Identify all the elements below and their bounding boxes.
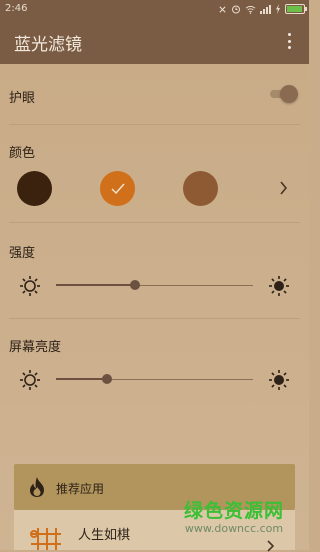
color-swatch-brown[interactable] xyxy=(183,171,218,206)
status-icons xyxy=(218,2,307,16)
watermark: 绿色资源网 www.downcc.com xyxy=(174,500,294,536)
battery-icon xyxy=(285,4,307,14)
slider-thumb[interactable] xyxy=(129,280,140,290)
sun-outline-icon xyxy=(20,370,40,390)
intensity-slider[interactable] xyxy=(56,279,253,293)
chess-board-icon xyxy=(30,528,61,550)
divider xyxy=(9,222,300,223)
watermark-url: www.downcc.com xyxy=(184,522,284,535)
divider xyxy=(9,124,300,125)
alarm-icon xyxy=(232,5,240,14)
more-options-icon[interactable] xyxy=(281,31,297,51)
sun-filled-icon xyxy=(269,276,289,296)
status-bar: 2:46 xyxy=(0,0,309,18)
sun-outline-icon xyxy=(20,276,40,296)
app-name: 人生如棋 xyxy=(78,528,131,543)
chevron-right-icon[interactable] xyxy=(279,181,288,195)
color-swatch-orange[interactable] xyxy=(100,171,135,206)
chevron-right-icon xyxy=(267,540,275,552)
app-title: 蓝光滤镜 xyxy=(14,35,82,55)
charging-icon xyxy=(276,4,280,14)
divider xyxy=(9,318,300,319)
brightness-label: 屏幕亮度 xyxy=(9,340,62,355)
slider-thumb[interactable] xyxy=(102,374,113,384)
eye-protection-label: 护眼 xyxy=(9,91,36,106)
sun-filled-icon xyxy=(269,370,289,390)
signal-icon xyxy=(260,4,271,14)
eye-protection-toggle[interactable] xyxy=(270,85,298,103)
app-bar: 蓝光滤镜 xyxy=(0,18,309,64)
status-time: 2:46 xyxy=(5,3,28,14)
mute-icon xyxy=(219,5,226,13)
color-label: 颜色 xyxy=(9,146,36,161)
recommend-title: 推荐应用 xyxy=(56,482,105,496)
check-icon xyxy=(111,183,125,195)
fire-icon xyxy=(30,477,44,497)
brightness-slider[interactable] xyxy=(56,373,253,387)
watermark-text: 绿色资源网 xyxy=(183,500,284,522)
color-swatch-dark[interactable] xyxy=(17,171,52,206)
intensity-label: 强度 xyxy=(9,246,36,261)
wifi-icon xyxy=(245,5,256,14)
